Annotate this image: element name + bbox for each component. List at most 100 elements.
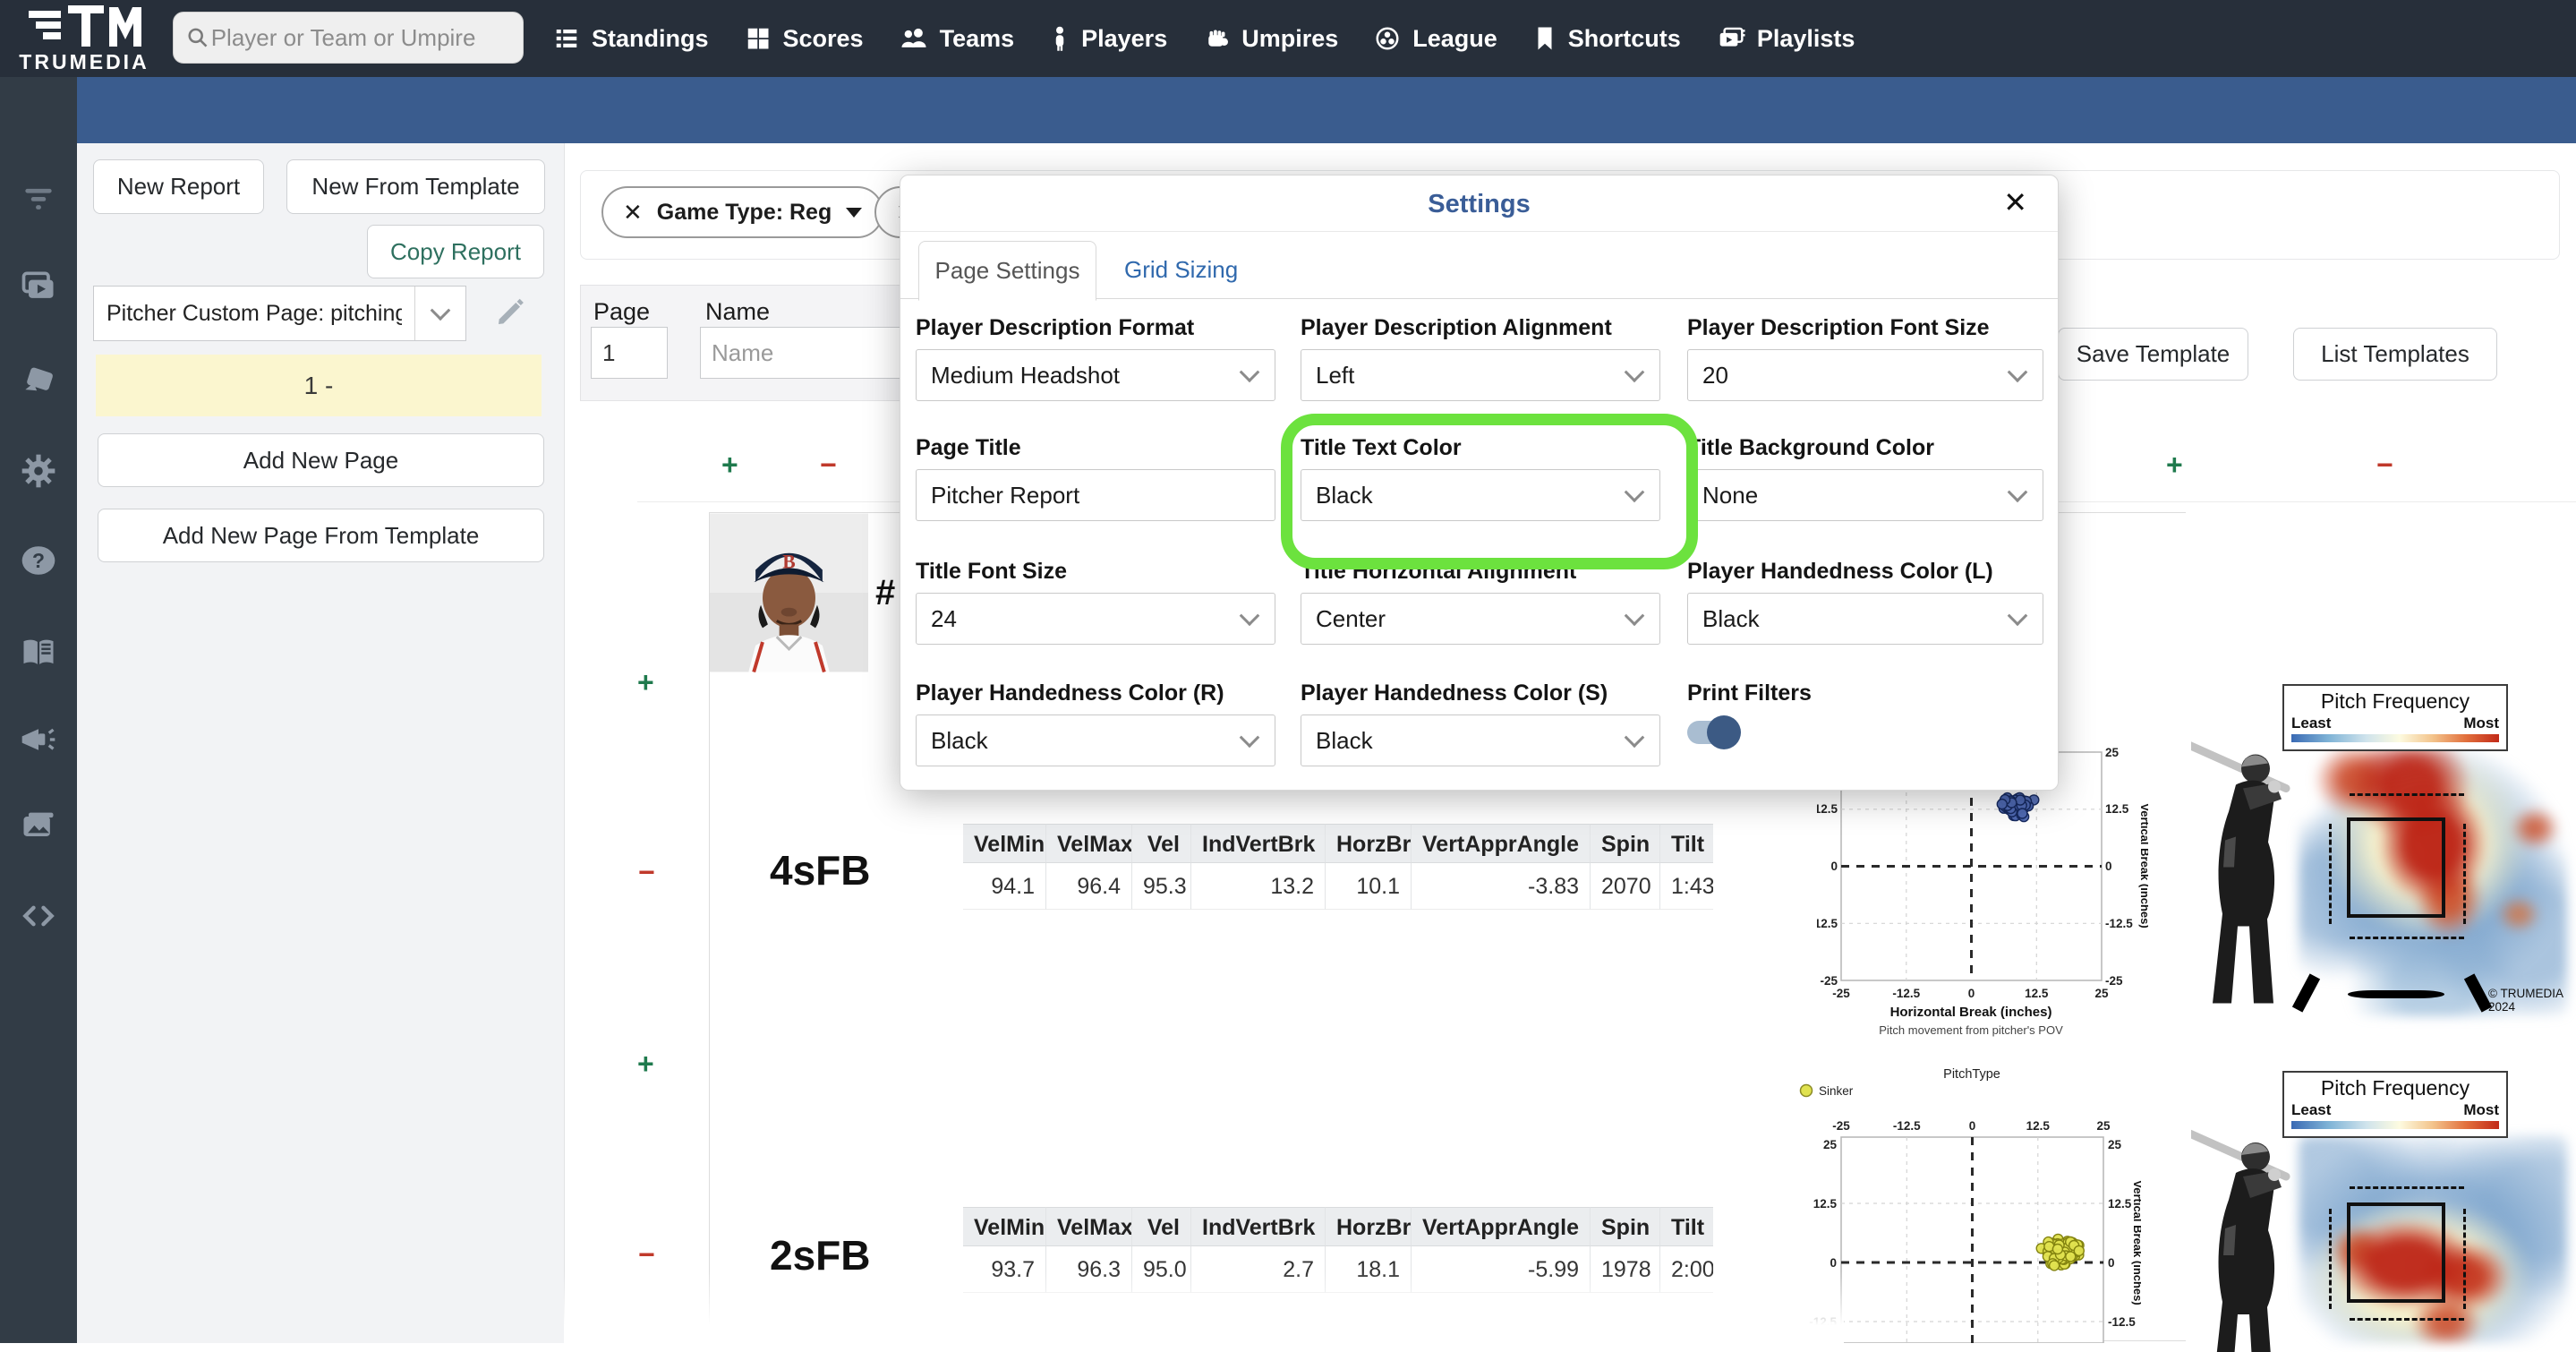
remove-row-button-2[interactable]: − <box>638 1240 655 1269</box>
close-icon[interactable]: ✕ <box>2003 188 2027 217</box>
glossary-book-icon[interactable] <box>19 633 58 672</box>
edit-report-name-button[interactable] <box>493 294 529 334</box>
select-value: Center <box>1316 604 1386 632</box>
stat-value: 2:00 <box>1659 1246 1713 1293</box>
home-plate <box>2348 990 2444 998</box>
zone-guide <box>2329 1209 2332 1309</box>
select-value: Medium Headshot <box>931 361 1120 389</box>
print-filters-toggle[interactable] <box>1687 715 1741 749</box>
image-library-icon[interactable] <box>19 807 58 846</box>
nav-umpires[interactable]: Umpires <box>1203 25 1338 53</box>
player-handedness-color-s-select[interactable]: Black <box>1301 715 1660 766</box>
save-template-button[interactable]: Save Template <box>2058 328 2248 381</box>
field-title-horizontal-alignment: Title Horizontal Alignment Center <box>1301 559 1660 645</box>
add-row-button-2[interactable]: + <box>637 1049 654 1078</box>
filter-chip-label: Game Type: Reg <box>656 199 832 225</box>
tab-page-settings[interactable]: Page Settings <box>918 241 1096 301</box>
global-search[interactable] <box>173 12 524 64</box>
stat-value: 13.2 <box>1190 863 1325 910</box>
nav-scores[interactable]: Scores <box>745 25 864 53</box>
remove-column-button-right[interactable]: − <box>2376 450 2393 479</box>
nav-players[interactable]: Players <box>1050 25 1167 53</box>
stat-value: 1:43 <box>1659 863 1713 910</box>
stat-value: 95.3 <box>1131 863 1190 910</box>
report-selector[interactable]: Pitcher Custom Page: pitching -... <box>93 286 466 341</box>
new-report-button[interactable]: New Report <box>93 159 264 214</box>
tab-grid-sizing[interactable]: Grid Sizing <box>1124 241 1238 299</box>
nav-umpires-label: Umpires <box>1241 24 1339 52</box>
col-header: Vel <box>1131 824 1190 863</box>
add-column-button[interactable]: + <box>721 450 738 479</box>
title-background-color-select[interactable]: None <box>1687 469 2043 521</box>
batter-silhouette-1 <box>2191 731 2299 1013</box>
save-template-label: Save Template <box>2076 340 2231 367</box>
pitch-movement-chart-2sfb: PitchType Sinker -25 -12.5 0 12.5 25 25 … <box>1799 1067 2141 1343</box>
page-list-item-selected[interactable]: 1 - <box>96 355 542 416</box>
gear-icon[interactable] <box>19 451 58 491</box>
field-label: Title Font Size <box>916 559 1067 584</box>
title-horizontal-alignment-select[interactable]: Center <box>1301 593 1660 645</box>
caret-down-icon <box>846 207 863 218</box>
svg-text:-12.5: -12.5 <box>2105 917 2133 930</box>
nav-teams[interactable]: Teams <box>900 25 1014 53</box>
player-description-font-size-select[interactable]: 20 <box>1687 349 2043 401</box>
new-from-template-button[interactable]: New From Template <box>286 159 545 214</box>
code-icon[interactable] <box>19 896 58 936</box>
field-label: Player Description Format <box>916 315 1195 340</box>
pitch-type-label-4sfb: 4sFB <box>770 847 871 894</box>
field-player-handedness-color-s: Player Handedness Color (S) Black <box>1301 680 1660 766</box>
players-icon <box>1055 26 1064 51</box>
col-header: IndVertBrk <box>1190 1207 1325 1246</box>
nav-standings[interactable]: Standings <box>553 25 709 53</box>
col-header: HorzBrk <box>1325 824 1411 863</box>
announcements-megaphone-icon[interactable] <box>19 720 58 759</box>
field-title-text-color: Title Text Color Black <box>1301 435 1660 521</box>
title-text-color-select[interactable]: Black <box>1301 469 1660 521</box>
add-column-button-right[interactable]: + <box>2166 450 2183 479</box>
col-header: Tilt <box>1659 824 1713 863</box>
svg-text:0: 0 <box>1830 860 1838 873</box>
stat-value: 96.3 <box>1045 1246 1131 1293</box>
most-label: Most <box>2463 1101 2499 1118</box>
zone-guide <box>2350 1318 2464 1321</box>
chevron-down-icon <box>1624 727 1645 749</box>
trumedia-logo-icon <box>29 5 141 47</box>
list-templates-button[interactable]: List Templates <box>2293 328 2497 381</box>
remove-column-button[interactable]: − <box>820 450 837 479</box>
title-font-size-select[interactable]: 24 <box>916 593 1275 645</box>
select-value: 20 <box>1702 361 1728 389</box>
field-player-description-font-size: Player Description Font Size 20 <box>1687 315 2043 401</box>
nav-league[interactable]: League <box>1374 25 1497 53</box>
filter-icon[interactable] <box>19 177 58 217</box>
filter-chip-game-type[interactable]: ✕ Game Type: Reg <box>601 186 884 238</box>
video-playlist-icon[interactable] <box>19 267 58 306</box>
nav-shortcuts[interactable]: Shortcuts <box>1533 25 1681 53</box>
nav-playlists-label: Playlists <box>1756 24 1855 52</box>
settings-modal: Settings ✕ Page Settings Grid Sizing Pla… <box>900 175 2059 791</box>
add-row-button-1[interactable]: + <box>637 668 654 697</box>
add-new-page-button[interactable]: Add New Page <box>98 433 544 487</box>
player-handedness-color-r-select[interactable]: Black <box>916 715 1275 766</box>
search-input[interactable] <box>209 22 510 53</box>
player-description-alignment-select[interactable]: Left <box>1301 349 1660 401</box>
trumedia-logo[interactable]: TRUMEDIA <box>13 4 156 75</box>
nav-playlists[interactable]: Playlists <box>1717 25 1855 53</box>
select-value: Black <box>931 726 988 754</box>
remove-row-button-1[interactable]: − <box>638 858 655 886</box>
new-from-template-label: New From Template <box>311 173 520 200</box>
copy-report-button[interactable]: Copy Report <box>367 225 544 278</box>
svg-text:25: 25 <box>2105 746 2120 759</box>
add-new-page-from-template-button[interactable]: Add New Page From Template <box>98 509 544 562</box>
tab-page-settings-label: Page Settings <box>934 257 1080 284</box>
remove-filter-icon[interactable]: ✕ <box>623 199 643 227</box>
svg-text:12.5: 12.5 <box>1813 1197 1838 1211</box>
nav-shortcuts-label: Shortcuts <box>1567 24 1681 52</box>
col-header: VelMin <box>963 1207 1045 1246</box>
legend-swatch-sinker <box>1799 1083 1813 1098</box>
player-description-format-select[interactable]: Medium Headshot <box>916 349 1275 401</box>
page-title-input[interactable] <box>916 469 1275 521</box>
page-number-input[interactable] <box>591 327 668 379</box>
player-handedness-color-l-select[interactable]: Black <box>1687 593 2043 645</box>
whiteboard-icon[interactable] <box>19 362 58 401</box>
help-icon[interactable]: ? <box>19 541 58 580</box>
